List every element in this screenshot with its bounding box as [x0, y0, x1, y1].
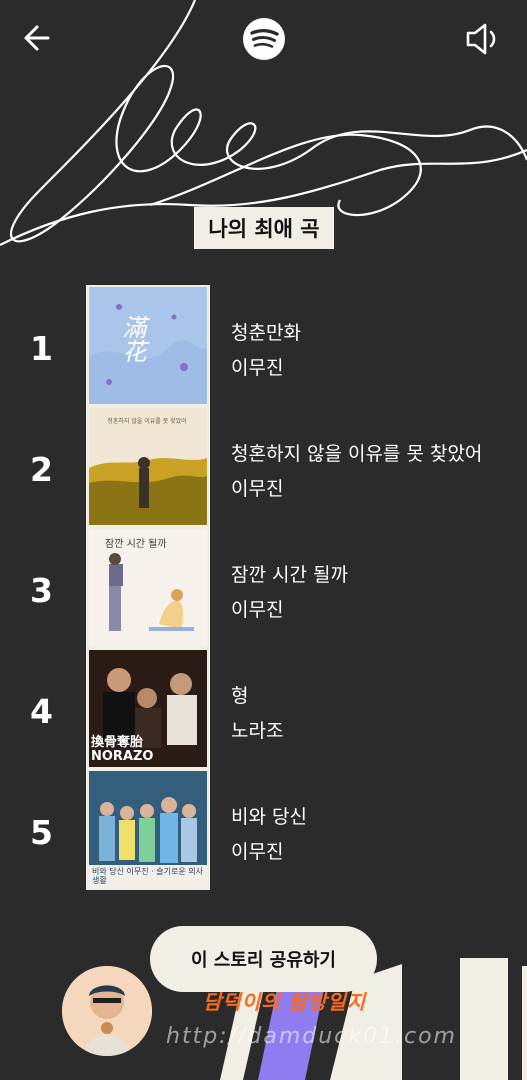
cover-text: 잠깐 시간 될까: [105, 539, 167, 550]
list-item[interactable]: 3 잠깐 시간 될까 잠깐 시간 될까 이무진: [0, 527, 527, 648]
song-title: 청혼하지 않을 이유를 못 찾았어: [231, 443, 483, 465]
track-rank: 4: [30, 692, 53, 731]
sound-button[interactable]: [462, 18, 504, 60]
list-item[interactable]: 2 청혼하지 않을 이유를 못 찾았어 청혼하지 않을 이유를 못 찾았어 이무…: [0, 406, 527, 527]
cover-text: 청혼하지 않을 이유를 못 찾았어: [107, 418, 187, 425]
share-story-button[interactable]: 이 스토리 공유하기: [150, 926, 377, 992]
list-item[interactable]: 5 비와 당신 이무진 · 슬기로운 의사생활 비와 당신 이무진: [0, 769, 527, 890]
page-title: 나의 최애 곡: [194, 207, 334, 249]
list-item[interactable]: 4 換骨奪胎 NORAZO 형 노라조: [0, 648, 527, 769]
spotify-logo: [242, 17, 286, 61]
artist-name: 이무진: [231, 841, 284, 863]
song-title: 형: [231, 685, 249, 707]
track-rank: 3: [30, 571, 53, 610]
album-cover: 청혼하지 않을 이유를 못 찾았어: [86, 406, 210, 527]
song-title: 청춘만화: [231, 322, 301, 344]
speaker-icon: [466, 23, 496, 55]
album-cover: 換骨奪胎 NORAZO: [86, 648, 210, 769]
watermark-name: 담덕이의 탐방일지: [203, 990, 367, 1014]
track-rank: 5: [30, 813, 53, 852]
track-rank: 2: [30, 450, 53, 489]
cover-text: 換骨奪胎 NORAZO: [91, 735, 154, 764]
artist-name: 이무진: [231, 478, 284, 500]
top-bar: [0, 0, 527, 80]
album-cover: 비와 당신 이무진 · 슬기로운 의사생활: [86, 769, 210, 890]
cover-text: 비와 당신 이무진 · 슬기로운 의사생활: [92, 867, 203, 885]
artist-name: 이무진: [231, 357, 284, 379]
arrow-left-icon: [24, 25, 50, 51]
list-item[interactable]: 1 滿花 청춘만화 이무진: [0, 285, 527, 406]
cover-text: 滿花: [118, 315, 146, 363]
artist-name: 노라조: [231, 720, 284, 742]
artist-name: 이무진: [231, 599, 284, 621]
song-title: 비와 당신: [231, 806, 307, 828]
avatar: [62, 966, 152, 1056]
album-cover: 잠깐 시간 될까: [86, 527, 210, 648]
spotify-logo-icon: [243, 18, 285, 60]
track-rank: 1: [30, 329, 53, 368]
back-button[interactable]: [18, 18, 58, 58]
song-title: 잠깐 시간 될까: [231, 564, 348, 586]
watermark-url: http://damduck01.com: [166, 1024, 457, 1049]
album-cover: 滿花: [86, 285, 210, 406]
